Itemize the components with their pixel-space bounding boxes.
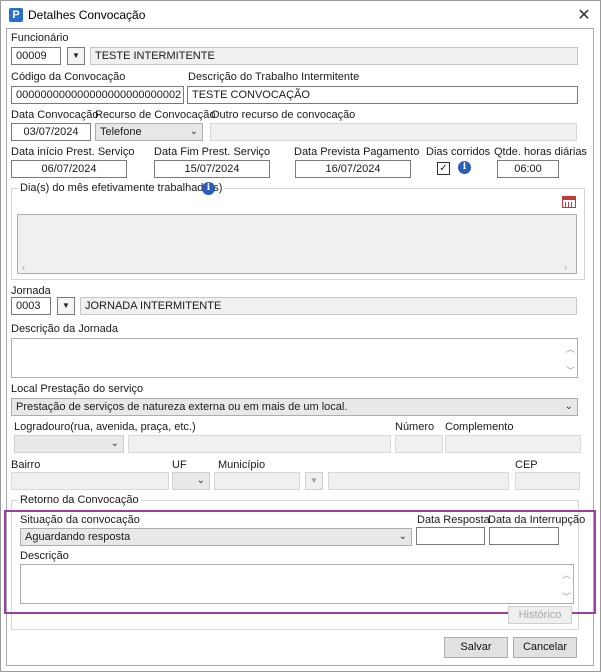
chevron-down-icon: ⌄ (564, 401, 573, 412)
chevron-down-icon: ⌄ (196, 475, 205, 486)
descricao-jornada-label: Descrição da Jornada (11, 323, 119, 335)
jornada-lookup-button[interactable]: ▼ (57, 297, 75, 315)
calendar-icon[interactable] (562, 196, 576, 208)
codigo-convocacao-label: Código da Convocação (11, 71, 126, 83)
data-convocacao-label: Data Convocação (11, 109, 99, 121)
descricao-trabalho-input[interactable]: TESTE CONVOCAÇÃO (187, 86, 578, 104)
funcionario-label: Funcionário (11, 32, 69, 44)
data-pagamento-input[interactable]: 16/07/2024 (295, 160, 411, 178)
recurso-convocacao-select[interactable]: Telefone ⌄ (95, 123, 203, 141)
horas-diarias-label: Qtde. horas diárias (494, 146, 587, 158)
data-interrupcao-label: Data da Interrupção (488, 514, 586, 526)
data-pagamento-label: Data Prevista Pagamento (294, 146, 420, 158)
descricao-trabalho-label: Descrição do Trabalho Intermitente (188, 71, 360, 83)
complemento-input[interactable] (445, 435, 581, 453)
situacao-label: Situação da convocação (20, 514, 140, 526)
complemento-label: Complemento (445, 421, 514, 433)
data-inicio-input[interactable]: 06/07/2024 (11, 160, 127, 178)
recurso-convocacao-label: Recurso de Convocação (95, 109, 216, 121)
funcionario-lookup-button[interactable]: ▼ (67, 47, 85, 65)
local-prestacao-label: Local Prestação do serviço (11, 383, 144, 395)
descricao-retorno-label: Descrição (20, 550, 69, 562)
cep-input[interactable] (515, 472, 580, 490)
info-icon[interactable]: i (202, 182, 215, 195)
numero-input[interactable] (395, 435, 443, 453)
logradouro-tipo-select[interactable]: ⌄ (14, 435, 124, 453)
data-fim-input[interactable]: 15/07/2024 (154, 160, 270, 178)
bairro-label: Bairro (11, 459, 41, 471)
retorno-group-label: Retorno da Convocação (18, 494, 141, 506)
numero-label: Número (395, 421, 435, 433)
info-icon[interactable]: i (458, 161, 471, 174)
bairro-input[interactable] (11, 472, 169, 490)
jornada-name-field: JORNADA INTERMITENTE (80, 297, 577, 315)
logradouro-input[interactable] (128, 435, 391, 453)
data-fim-label: Data Fim Prest. Serviço (154, 146, 271, 158)
municipio-name-field (328, 472, 509, 490)
close-icon[interactable]: ✕ (576, 5, 592, 25)
local-prestacao-select[interactable]: Prestação de serviços de natureza extern… (11, 398, 578, 416)
cep-label: CEP (515, 459, 538, 471)
chevron-down-icon: ⌄ (398, 531, 407, 542)
municipio-label: Município (218, 459, 266, 471)
scroll-down-icon[interactable]: ﹀ (562, 590, 571, 603)
data-resposta-label: Data Resposta (417, 514, 490, 526)
data-resposta-input[interactable] (416, 527, 485, 545)
historico-button[interactable]: Histórico (508, 606, 572, 624)
uf-label: UF (172, 459, 187, 471)
jornada-code-input[interactable]: 0003 (11, 297, 51, 315)
scroll-right-icon[interactable]: › (564, 262, 567, 272)
title-bar: P Detalhes Convocação ✕ (1, 1, 600, 29)
situacao-select[interactable]: Aguardando resposta ⌄ (20, 528, 412, 546)
scroll-left-icon[interactable]: ‹ (22, 262, 25, 272)
codigo-convocacao-input[interactable]: 000000000000000000000000002 (11, 86, 184, 104)
local-prestacao-value: Prestação de serviços de natureza extern… (16, 401, 348, 413)
funcionario-name-field: TESTE INTERMITENTE (90, 47, 578, 65)
chevron-down-icon: ⌄ (110, 438, 119, 449)
outro-recurso-label: Outro recurso de convocação (211, 109, 356, 121)
cancel-button[interactable]: Cancelar (513, 637, 577, 658)
descricao-jornada-textarea[interactable] (11, 338, 578, 378)
jornada-label: Jornada (11, 285, 51, 297)
municipio-lookup-button[interactable]: ▼ (305, 472, 323, 490)
scroll-up-icon[interactable]: ︿ (562, 568, 571, 581)
data-convocacao-input[interactable]: 03/07/2024 (11, 123, 91, 141)
save-button[interactable]: Salvar (444, 637, 508, 658)
data-inicio-label: Data início Prest. Serviço (11, 146, 135, 158)
scroll-up-icon[interactable]: ︿ (566, 342, 575, 355)
situacao-value: Aguardando resposta (25, 531, 131, 543)
app-logo-icon: P (9, 8, 23, 22)
logradouro-label: Logradouro(rua, avenida, praça, etc.) (14, 421, 196, 433)
window-title: Detalhes Convocação (28, 8, 146, 22)
horas-diarias-input[interactable]: 06:00 (497, 160, 559, 178)
recurso-convocacao-value: Telefone (100, 126, 142, 138)
dias-mes-label: Dia(s) do mês efetivamente trabalhado(s) (18, 182, 225, 194)
funcionario-code-input[interactable]: 00009 (11, 47, 61, 65)
descricao-retorno-textarea[interactable] (20, 564, 574, 604)
municipio-code-input[interactable] (214, 472, 300, 490)
chevron-down-icon: ⌄ (189, 126, 198, 137)
outro-recurso-input[interactable] (210, 123, 577, 141)
scroll-down-icon[interactable]: ﹀ (566, 364, 575, 377)
dias-corridos-label: Dias corridos (426, 146, 491, 158)
dias-corridos-checkbox[interactable]: ✓ (437, 162, 450, 175)
data-interrupcao-input[interactable] (489, 527, 559, 545)
uf-select[interactable]: ⌄ (172, 472, 210, 490)
dias-mes-list[interactable] (17, 214, 577, 274)
